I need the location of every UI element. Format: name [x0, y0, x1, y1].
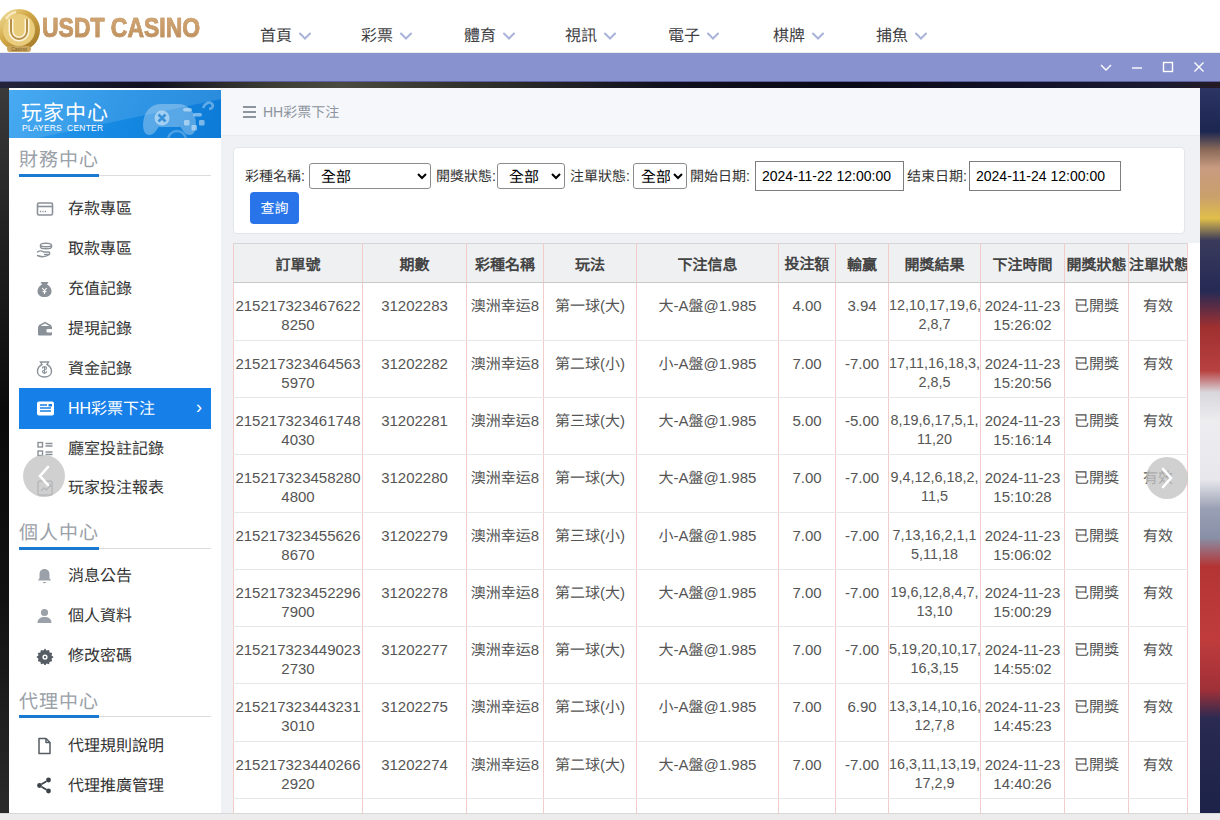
svg-text:Casino: Casino	[11, 46, 27, 52]
